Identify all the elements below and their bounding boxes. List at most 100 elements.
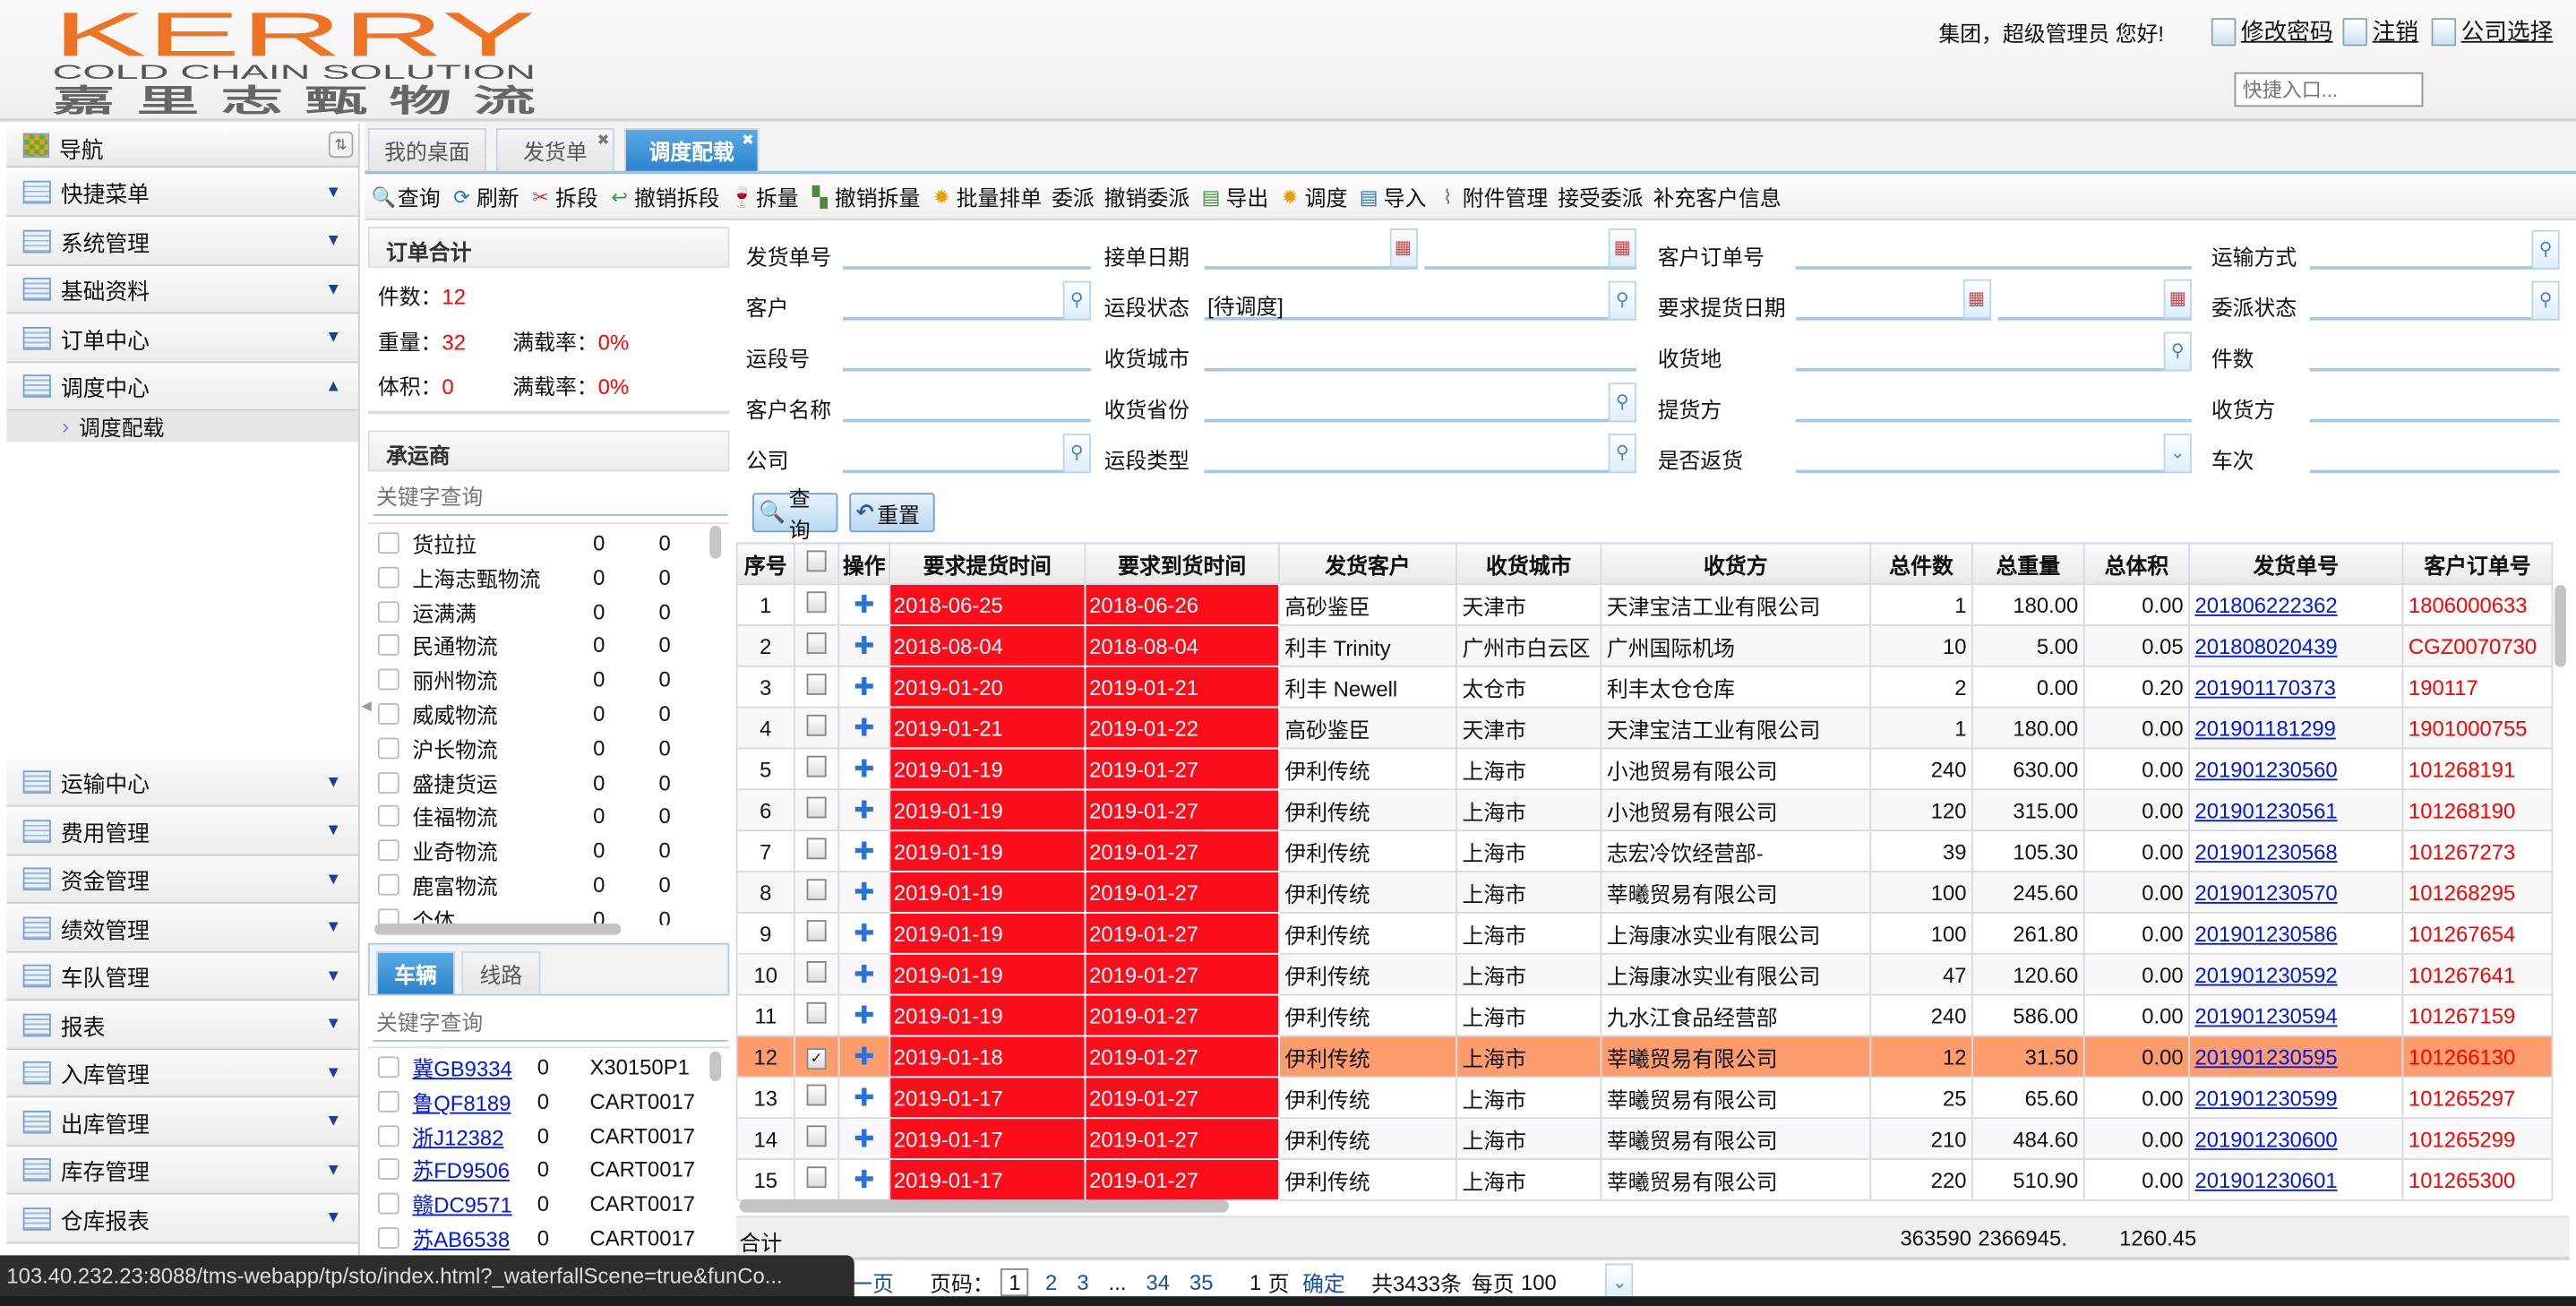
add-icon[interactable]: ✚ bbox=[854, 838, 874, 865]
shipment-no-link[interactable]: 201901230561 bbox=[2194, 798, 2337, 823]
lookup-search-icon[interactable]: ⚲ bbox=[1608, 434, 1636, 474]
add-icon[interactable]: ✚ bbox=[854, 1125, 874, 1153]
chevron-down-icon[interactable]: ▼ bbox=[325, 773, 358, 791]
checkbox[interactable] bbox=[377, 1158, 399, 1181]
table-row[interactable]: 12 ✓ ✚ 2019-01-18 2019-01-27 伊利传统 上海市 莘曦贸易有限公司 1… bbox=[735, 1035, 2554, 1078]
vehicle-tab-1[interactable]: 线路 bbox=[461, 951, 541, 994]
add-icon[interactable]: ✚ bbox=[854, 715, 874, 743]
calendar-icon[interactable]: ▦ bbox=[1962, 279, 1991, 319]
query-button[interactable]: 🔍 查询 bbox=[752, 486, 838, 542]
checkbox[interactable] bbox=[377, 873, 399, 896]
vehicle-plate-link[interactable]: 浙J12382 bbox=[412, 1120, 537, 1151]
table-row[interactable]: 14 ✚ 2019-01-17 2019-01-27 伊利传统 上海市 莘曦贸易有限公司 21… bbox=[735, 1117, 2554, 1160]
select-all-checkbox[interactable] bbox=[806, 550, 827, 572]
add-icon[interactable]: ✚ bbox=[854, 879, 874, 906]
row-checkbox-cell[interactable]: ✓ bbox=[793, 1035, 840, 1078]
vehicle-plate-link[interactable]: 苏AB6538 bbox=[412, 1223, 537, 1254]
chevron-down-icon[interactable]: ▼ bbox=[325, 329, 358, 347]
row-action-cell[interactable]: ✚ bbox=[837, 665, 891, 709]
vehicle-scrollbar[interactable] bbox=[709, 1051, 722, 1081]
row-checkbox-cell[interactable] bbox=[793, 706, 840, 750]
page-link[interactable]: 34 bbox=[1146, 1269, 1170, 1294]
chevron-down-icon[interactable]: ▼ bbox=[325, 232, 358, 250]
row-checkbox-cell[interactable] bbox=[793, 1117, 840, 1160]
lookup-search-icon[interactable]: ⚲ bbox=[2531, 229, 2560, 270]
carrier-item[interactable]: 个体 0 0 bbox=[377, 902, 707, 925]
toolbar-export-icon-button[interactable]: ▤ 导出 bbox=[1199, 181, 1269, 212]
carrier-item[interactable]: 沪长物流 0 0 bbox=[377, 731, 707, 766]
chevron-down-icon[interactable]: ▼ bbox=[325, 1161, 358, 1179]
field-input[interactable] bbox=[1795, 233, 2192, 270]
table-row[interactable]: 6 ✚ 2019-01-19 2019-01-27 伊利传统 上海市 小池贸易有限公司 120… bbox=[735, 788, 2554, 832]
page-link[interactable]: 2 bbox=[1045, 1269, 1057, 1294]
calendar-icon[interactable]: ▦ bbox=[1388, 228, 1417, 268]
field-input[interactable] bbox=[2309, 233, 2560, 270]
confirm-page-button[interactable]: 确定 bbox=[1302, 1266, 1345, 1297]
row-action-cell[interactable]: ✚ bbox=[837, 706, 891, 750]
per-page-value[interactable]: 100 bbox=[1521, 1269, 1557, 1294]
checkbox[interactable] bbox=[377, 737, 399, 760]
close-tab-icon[interactable]: ✖ bbox=[597, 132, 610, 150]
shipment-no-link[interactable]: 201901230600 bbox=[2194, 1126, 2337, 1151]
row-action-cell[interactable]: ✚ bbox=[837, 911, 891, 955]
tab-0[interactable]: 我的桌面 bbox=[367, 128, 486, 171]
field-input[interactable] bbox=[842, 284, 1091, 321]
row-checkbox[interactable] bbox=[806, 632, 827, 655]
carrier-item[interactable]: 民通物流 0 0 bbox=[377, 628, 707, 663]
carrier-item[interactable]: 鹿富物流 0 0 bbox=[377, 867, 707, 902]
toolbar-text-button[interactable]: 补充客户信息 bbox=[1653, 181, 1782, 212]
shipment-no-link[interactable]: 201901230560 bbox=[2194, 757, 2337, 782]
shipment-no-link[interactable]: 201901230595 bbox=[2194, 1044, 2337, 1070]
grid-vscrollbar[interactable] bbox=[2555, 584, 2567, 667]
carrier-scrollbar[interactable] bbox=[709, 525, 722, 559]
row-action-cell[interactable]: ✚ bbox=[837, 952, 891, 996]
row-checkbox-cell[interactable] bbox=[793, 1158, 840, 1201]
lookup-search-icon[interactable]: ⚲ bbox=[1062, 280, 1091, 321]
add-icon[interactable]: ✚ bbox=[854, 797, 874, 825]
vehicle-plate-link[interactable]: 苏FD9506 bbox=[412, 1154, 537, 1185]
vehicle-item[interactable]: 冀GB9334 0 X30150P1 bbox=[377, 1050, 730, 1085]
row-checkbox-cell[interactable] bbox=[793, 1076, 840, 1120]
toolbar-import-icon-button[interactable]: ▤ 导入 bbox=[1357, 181, 1427, 212]
checkbox[interactable] bbox=[377, 1124, 399, 1147]
toolbar-gear-icon-button[interactable]: ✹ 批量排单 bbox=[930, 181, 1042, 212]
field-input[interactable] bbox=[1204, 436, 1636, 474]
table-row[interactable]: 8 ✚ 2019-01-19 2019-01-27 伊利传统 上海市 莘曦贸易有限公司 100… bbox=[735, 871, 2554, 914]
shipment-no-link[interactable]: 201901170373 bbox=[2194, 674, 2335, 700]
row-checkbox-cell[interactable] bbox=[793, 911, 840, 955]
row-checkbox[interactable] bbox=[806, 796, 827, 819]
shipment-no-link[interactable]: 201901230568 bbox=[2194, 838, 2337, 864]
toolbar-text-button[interactable]: 接受委派 bbox=[1558, 181, 1643, 212]
row-checkbox-cell[interactable] bbox=[793, 993, 840, 1037]
lookup-search-icon[interactable]: ⚲ bbox=[2163, 331, 2192, 372]
vehicle-tab-0[interactable]: 车辆 bbox=[376, 951, 456, 994]
shipment-no-link[interactable]: 201901230592 bbox=[2194, 962, 2337, 987]
checkbox[interactable] bbox=[377, 805, 399, 828]
field-input[interactable] bbox=[1795, 436, 2192, 474]
row-action-cell[interactable]: ✚ bbox=[837, 788, 891, 832]
vehicle-plate-link[interactable]: 鲁QF8189 bbox=[412, 1086, 537, 1117]
row-action-cell[interactable]: ✚ bbox=[837, 871, 891, 914]
row-checkbox-cell[interactable] bbox=[793, 952, 840, 996]
sidebar-item-2[interactable]: 基础资料 ▼ bbox=[6, 266, 358, 314]
row-checkbox-cell[interactable] bbox=[793, 871, 840, 914]
header-link-2[interactable]: 公司选择 bbox=[2431, 15, 2553, 48]
row-checkbox[interactable] bbox=[806, 714, 827, 736]
table-row[interactable]: 13 ✚ 2019-01-17 2019-01-27 伊利传统 上海市 莘曦贸易有限公司 25… bbox=[735, 1076, 2554, 1120]
add-icon[interactable]: ✚ bbox=[854, 1044, 874, 1071]
quick-entry-input[interactable] bbox=[2234, 72, 2424, 107]
field-input[interactable] bbox=[842, 386, 1091, 423]
sidebar-item-0[interactable]: 快捷菜单 ▼ bbox=[6, 168, 358, 218]
row-checkbox[interactable] bbox=[806, 674, 827, 695]
toolbar-refresh-icon-button[interactable]: ⟳ 刷新 bbox=[451, 181, 519, 212]
row-checkbox[interactable] bbox=[806, 920, 827, 941]
vehicle-plate-link[interactable]: 赣DC9571 bbox=[412, 1188, 537, 1219]
chevron-down-icon[interactable]: ▼ bbox=[325, 184, 358, 202]
row-checkbox-cell[interactable] bbox=[793, 829, 840, 872]
add-icon[interactable]: ✚ bbox=[854, 961, 874, 989]
sidebar-item-0[interactable]: 运输中心 ▼ bbox=[6, 759, 358, 807]
chevron-down-icon[interactable]: ▼ bbox=[325, 967, 358, 984]
table-row[interactable]: 4 ✚ 2019-01-21 2019-01-22 高砂鉴臣 天津市 天津宝洁工业有限公司 1… bbox=[735, 706, 2554, 750]
table-row[interactable]: 15 ✚ 2019-01-17 2019-01-27 伊利传统 上海市 莘曦贸易有限公司 22… bbox=[735, 1158, 2554, 1201]
carrier-item[interactable]: 上海志甄物流 0 0 bbox=[377, 560, 707, 595]
